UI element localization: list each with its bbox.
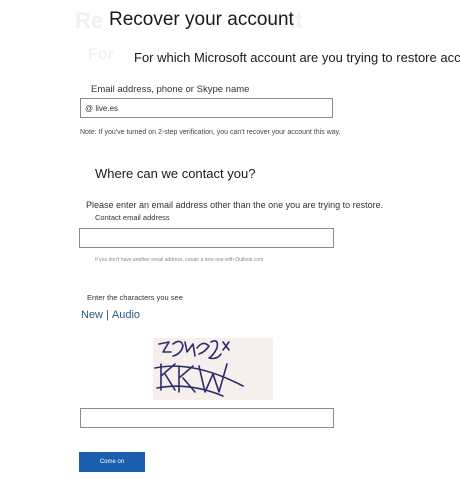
page-title: Recover your account: [109, 9, 294, 30]
captcha-input[interactable]: [80, 408, 334, 428]
captcha-image: [153, 338, 273, 400]
background-ghost-text: For: [88, 46, 114, 63]
captcha-audio-link[interactable]: Audio: [112, 309, 140, 321]
captcha-link-separator: |: [106, 309, 109, 321]
contact-email-label: Contact email address: [95, 213, 170, 222]
submit-button[interactable]: Come on: [79, 452, 145, 472]
captcha-image-drawing: [154, 340, 244, 397]
contact-email-input[interactable]: [79, 228, 334, 248]
account-input[interactable]: [80, 98, 333, 118]
contact-instruction: Please enter an email address other than…: [86, 200, 384, 210]
contact-email-hint: If you don't have another email address,…: [95, 257, 264, 263]
captcha-label: Enter the characters you see: [87, 293, 183, 302]
two-step-note: Note: If you've turned on 2-step verific…: [80, 129, 341, 136]
account-field-label: Email address, phone or Skype name: [91, 84, 250, 95]
captcha-new-link[interactable]: New: [81, 309, 103, 321]
page-subtitle: For which Microsoft account are you tryi…: [134, 50, 460, 65]
contact-section-heading: Where can we contact you?: [95, 166, 256, 181]
captcha-links: New | Audio: [81, 309, 140, 321]
